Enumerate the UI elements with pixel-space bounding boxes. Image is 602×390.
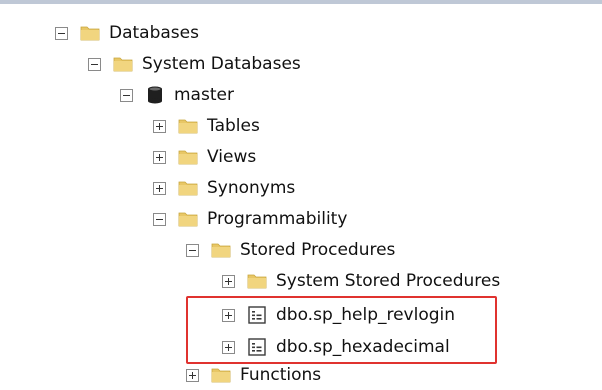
expand-toggle-icon[interactable] <box>153 119 166 133</box>
collapse-toggle-icon[interactable] <box>88 57 101 71</box>
tree-node-databases[interactable]: Databases <box>55 18 199 48</box>
tree-node-label: System Stored Procedures <box>276 271 501 291</box>
tree-node-system-databases[interactable]: System Databases <box>88 49 301 79</box>
collapse-toggle-icon[interactable] <box>55 26 68 40</box>
folder-icon <box>178 116 198 136</box>
collapse-toggle-icon[interactable] <box>153 212 166 226</box>
folder-icon <box>80 23 100 43</box>
tree-node-stored-procedures[interactable]: Stored Procedures <box>186 235 395 265</box>
tree-node-label: Functions <box>240 365 322 385</box>
folder-icon <box>247 271 267 291</box>
folder-icon <box>178 178 198 198</box>
tree-node-label: Programmability <box>207 209 348 229</box>
tree-node-tables[interactable]: Tables <box>153 111 260 141</box>
folder-icon <box>178 209 198 229</box>
tree-node-label: System Databases <box>142 54 301 74</box>
expand-toggle-icon[interactable] <box>186 368 199 382</box>
tree-node-label: Databases <box>109 23 199 43</box>
tree-node-label: Views <box>207 147 257 167</box>
folder-icon <box>211 365 231 385</box>
expand-toggle-icon[interactable] <box>153 150 166 164</box>
tree-node-label: master <box>174 85 234 105</box>
database-icon <box>145 85 165 105</box>
highlight-annotation-box <box>186 296 497 364</box>
collapse-toggle-icon[interactable] <box>120 88 133 102</box>
expand-toggle-icon[interactable] <box>222 274 235 288</box>
tree-node-label: Tables <box>207 116 260 136</box>
expand-toggle-icon[interactable] <box>153 181 166 195</box>
folder-icon <box>113 54 133 74</box>
tree-node-programmability[interactable]: Programmability <box>153 204 347 234</box>
tree-node-synonyms[interactable]: Synonyms <box>153 173 295 203</box>
tree-node-label: Synonyms <box>207 178 296 198</box>
collapse-toggle-icon[interactable] <box>186 243 199 257</box>
tree-node-master[interactable]: master <box>120 80 234 110</box>
tree-node-views[interactable]: Views <box>153 142 256 172</box>
object-explorer-tree: Databases System Databases master Tables… <box>0 0 602 385</box>
folder-icon <box>178 147 198 167</box>
tree-node-functions[interactable]: Functions <box>186 360 321 390</box>
tree-node-label: Stored Procedures <box>240 240 396 260</box>
folder-icon <box>211 240 231 260</box>
tree-node-system-stored-procedures[interactable]: System Stored Procedures <box>222 266 500 296</box>
